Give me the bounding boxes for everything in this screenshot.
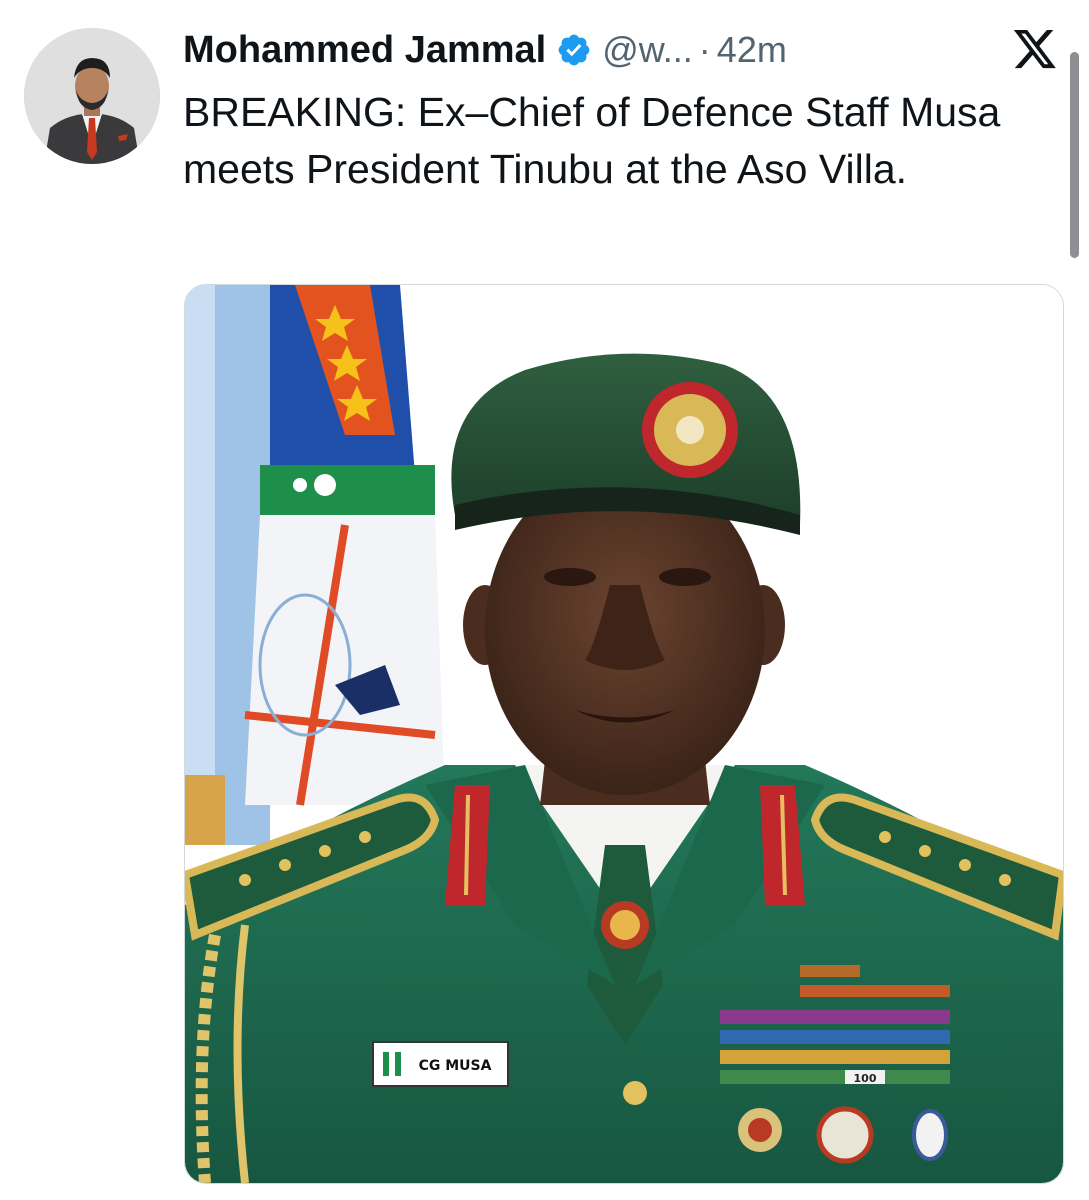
name-tag-text: CG MUSA (419, 1058, 492, 1074)
avatar-photo-icon (24, 28, 160, 164)
author-avatar[interactable] (24, 28, 160, 164)
author-handle[interactable]: @w... (602, 29, 693, 71)
x-logo-icon[interactable] (1012, 30, 1058, 72)
author-display-name[interactable]: Mohammed Jammal (183, 29, 546, 72)
meta-separator: · (698, 29, 711, 70)
tweet-card[interactable]: Mohammed Jammal @w... · 42m BREAKING: Ex… (0, 0, 1089, 1200)
ribbon-number: 100 (854, 1072, 877, 1085)
verified-badge-icon (556, 32, 592, 68)
tweet-header: Mohammed Jammal @w... · 42m (183, 28, 787, 72)
tweet-media-image[interactable]: 100 CG MUSA (184, 284, 1064, 1184)
tweet-timestamp[interactable]: 42m (717, 29, 787, 71)
portrait-photo-icon: 100 CG MUSA (185, 285, 1063, 1183)
tweet-body-text: BREAKING: Ex–Chief of Defence Staff Musa… (183, 89, 1001, 192)
flag-graphic (185, 285, 445, 845)
name-tag: CG MUSA (372, 1041, 509, 1087)
scrollbar-thumb[interactable] (1070, 52, 1079, 258)
